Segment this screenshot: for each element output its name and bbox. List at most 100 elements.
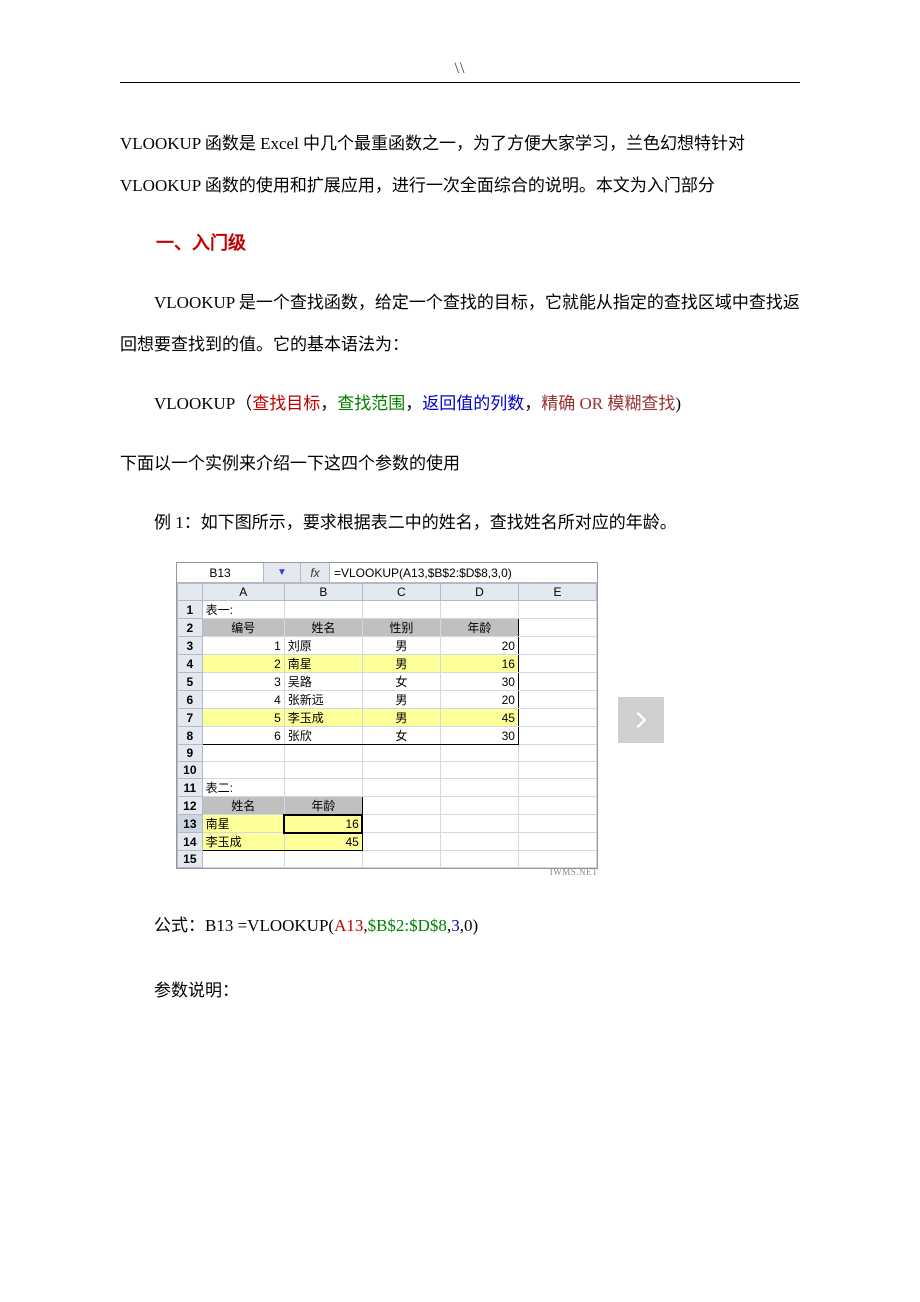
row-head[interactable]: 9 <box>178 745 203 762</box>
col-E[interactable]: E <box>518 584 596 601</box>
document-page: \\ VLOOKUP 函数是 Excel 中几个最重函数之一，为了方便大家学习，… <box>0 0 920 1090</box>
fx-label[interactable]: fx <box>301 563 330 582</box>
cell[interactable]: 年龄 <box>284 797 362 815</box>
row-head[interactable]: 8 <box>178 727 203 745</box>
excel-figure: B13 ▼ fx =VLOOKUP(A13,$B$2:$D$8,3,0) A B… <box>176 562 800 877</box>
cell[interactable]: 南星 <box>284 655 362 673</box>
row-head[interactable]: 1 <box>178 601 203 619</box>
table-row[interactable]: 13 南星 16 <box>178 815 597 833</box>
formula-line: 公式：B13 =VLOOKUP(A13,$B$2:$D$8,3,0) <box>120 907 800 944</box>
cell[interactable]: 性别 <box>362 619 440 637</box>
cell[interactable]: 刘原 <box>284 637 362 655</box>
cell[interactable]: 6 <box>202 727 284 745</box>
row-head[interactable]: 13 <box>178 815 203 833</box>
name-box-dropdown[interactable]: ▼ <box>264 563 301 582</box>
chevron-down-icon: ▼ <box>277 567 287 578</box>
cell[interactable]: 年龄 <box>440 619 518 637</box>
row-head[interactable]: 4 <box>178 655 203 673</box>
formula-cell: B13 =VLOOKUP( <box>205 916 334 935</box>
cell[interactable]: 4 <box>202 691 284 709</box>
cell[interactable]: 表一: <box>202 601 284 619</box>
row-head[interactable]: 3 <box>178 637 203 655</box>
watermark: IWMS.NET <box>176 867 598 877</box>
table-row[interactable]: 12 姓名 年龄 <box>178 797 597 815</box>
row-head[interactable]: 12 <box>178 797 203 815</box>
column-headers[interactable]: A B C D E <box>178 584 597 601</box>
cell[interactable]: 女 <box>362 727 440 745</box>
formula-p3: 3 <box>451 916 460 935</box>
table-row[interactable]: 10 <box>178 762 597 779</box>
row-head[interactable]: 11 <box>178 779 203 797</box>
table-row[interactable]: 7 5 李玉成 男 45 <box>178 709 597 727</box>
cell[interactable]: 5 <box>202 709 284 727</box>
excel-window: B13 ▼ fx =VLOOKUP(A13,$B$2:$D$8,3,0) A B… <box>176 562 598 869</box>
table-row[interactable]: 6 4 张新远 男 20 <box>178 691 597 709</box>
col-C[interactable]: C <box>362 584 440 601</box>
table-row[interactable]: 4 2 南星 男 16 <box>178 655 597 673</box>
cell[interactable]: 20 <box>440 637 518 655</box>
header-divider <box>120 82 800 83</box>
syntax-arg4: 精确 OR 模糊查找 <box>541 394 675 413</box>
cell[interactable]: 30 <box>440 673 518 691</box>
intro-paragraph: VLOOKUP 函数是 Excel 中几个最重函数之一，为了方便大家学习，兰色幻… <box>120 123 800 206</box>
cell[interactable]: 男 <box>362 637 440 655</box>
next-button[interactable] <box>618 697 664 743</box>
cell[interactable]: 男 <box>362 691 440 709</box>
formula-p1: A13 <box>334 916 363 935</box>
cell[interactable]: 表二: <box>202 779 284 797</box>
cell[interactable]: 姓名 <box>202 797 284 815</box>
row-head[interactable]: 5 <box>178 673 203 691</box>
cell[interactable]: 30 <box>440 727 518 745</box>
cell[interactable]: 16 <box>440 655 518 673</box>
table-row[interactable]: 1 表一: <box>178 601 597 619</box>
cell[interactable]: 李玉成 <box>202 833 284 851</box>
table-row[interactable]: 8 6 张欣 女 30 <box>178 727 597 745</box>
row-head[interactable]: 10 <box>178 762 203 779</box>
cell[interactable]: 编号 <box>202 619 284 637</box>
cell[interactable]: 李玉成 <box>284 709 362 727</box>
cell[interactable]: 姓名 <box>284 619 362 637</box>
formula-bar: B13 ▼ fx =VLOOKUP(A13,$B$2:$D$8,3,0) <box>177 563 597 583</box>
table-row[interactable]: 15 <box>178 851 597 868</box>
table-row[interactable]: 11 表二: <box>178 779 597 797</box>
table-row[interactable]: 5 3 吴路 女 30 <box>178 673 597 691</box>
cell[interactable]: 吴路 <box>284 673 362 691</box>
cell[interactable]: 1 <box>202 637 284 655</box>
row-head[interactable]: 14 <box>178 833 203 851</box>
cell[interactable]: 男 <box>362 709 440 727</box>
syntax-line: VLOOKUP（查找目标，查找范围，返回值的列数，精确 OR 模糊查找) <box>120 383 800 425</box>
syntax-comma3: ， <box>524 394 541 413</box>
table-row[interactable]: 9 <box>178 745 597 762</box>
cell[interactable]: 20 <box>440 691 518 709</box>
formula-label: 公式： <box>154 916 205 935</box>
cell[interactable]: 南星 <box>202 815 284 833</box>
syntax-arg1: 查找目标 <box>252 394 320 413</box>
row-head[interactable]: 15 <box>178 851 203 868</box>
col-B[interactable]: B <box>284 584 362 601</box>
name-box[interactable]: B13 <box>177 563 264 582</box>
cell[interactable]: 女 <box>362 673 440 691</box>
corner-cell[interactable] <box>178 584 203 601</box>
row-head[interactable]: 2 <box>178 619 203 637</box>
cell[interactable]: 45 <box>284 833 362 851</box>
cell[interactable]: 张新远 <box>284 691 362 709</box>
syntax-comma2: ， <box>405 394 422 413</box>
para-example: 例 1：如下图所示，要求根据表二中的姓名，查找姓名所对应的年龄。 <box>120 502 800 544</box>
spreadsheet-grid[interactable]: A B C D E 1 表一: 2 编号 姓名 <box>177 583 597 868</box>
cell[interactable]: 3 <box>202 673 284 691</box>
col-A[interactable]: A <box>202 584 284 601</box>
cell[interactable]: 45 <box>440 709 518 727</box>
table-row[interactable]: 2 编号 姓名 性别 年龄 <box>178 619 597 637</box>
section-title-text: 一、入门级 <box>156 233 246 253</box>
row-head[interactable]: 6 <box>178 691 203 709</box>
cell[interactable]: 张欣 <box>284 727 362 745</box>
table-row[interactable]: 14 李玉成 45 <box>178 833 597 851</box>
table-row[interactable]: 3 1 刘原 男 20 <box>178 637 597 655</box>
syntax-tail: ) <box>675 394 681 413</box>
selected-cell[interactable]: 16 <box>284 815 362 833</box>
formula-input[interactable]: =VLOOKUP(A13,$B$2:$D$8,3,0) <box>330 563 597 582</box>
row-head[interactable]: 7 <box>178 709 203 727</box>
col-D[interactable]: D <box>440 584 518 601</box>
cell[interactable]: 2 <box>202 655 284 673</box>
cell[interactable]: 男 <box>362 655 440 673</box>
